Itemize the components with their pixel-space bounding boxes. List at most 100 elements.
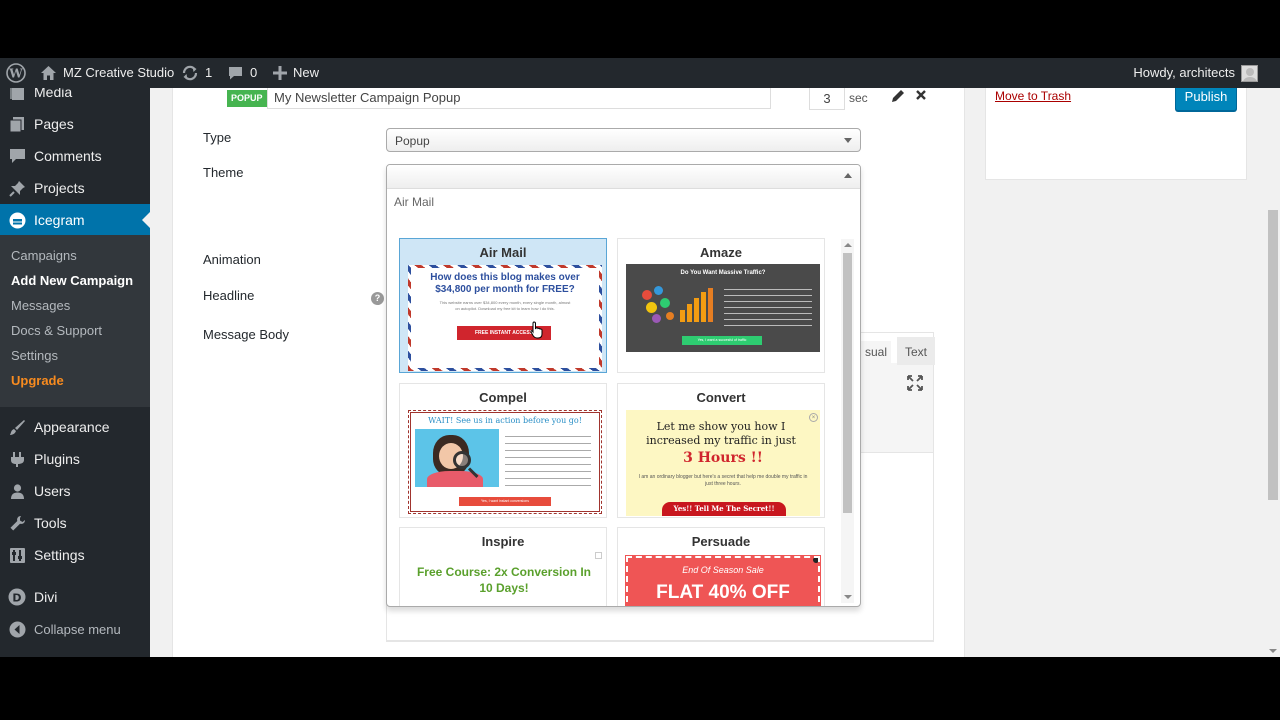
tab-text[interactable]: Text (897, 337, 935, 365)
message-body-label: Message Body (203, 327, 289, 342)
new-content-link[interactable]: New (273, 58, 319, 88)
air-mail-preview: How does this blog makes over $34,800 pe… (408, 265, 602, 371)
menu-item-comments[interactable]: Comments (0, 140, 150, 172)
menu-label-users: Users (34, 483, 71, 499)
pin-icon (8, 179, 26, 197)
page-scroll-down-icon[interactable] (1269, 649, 1277, 653)
brush-icon (8, 418, 26, 436)
theme-option-convert[interactable]: Convert × Let me show you how I increase… (617, 383, 825, 518)
settings-icon (8, 546, 26, 564)
theme-option-persuade[interactable]: Persuade End Of Season Sale FLAT 40% OFF (617, 527, 825, 606)
amaze-preview: Do You Want Massive Traffic? Yes, I want… (626, 264, 820, 352)
scroll-down-arrow-icon[interactable] (844, 595, 852, 599)
tab-visual[interactable]: sual (861, 341, 892, 365)
menu-item-settings[interactable]: Settings (0, 539, 150, 571)
edit-pencil-icon[interactable] (891, 89, 905, 106)
theme-option-compel[interactable]: Compel WAIT! See us in action before you… (399, 383, 607, 518)
persuade-preview: End Of Season Sale FLAT 40% OFF (625, 555, 821, 606)
menu-item-tools[interactable]: Tools (0, 507, 150, 539)
menu-label-projects: Projects (34, 180, 85, 196)
home-icon (41, 66, 56, 80)
submenu-settings[interactable]: Settings (11, 348, 58, 363)
menu-item-plugins[interactable]: Plugins (0, 443, 150, 475)
theme-name: Convert (696, 390, 746, 405)
theme-name: Amaze (700, 245, 742, 260)
updates-count: 1 (205, 65, 213, 80)
menu-item-appearance[interactable]: Appearance (0, 411, 150, 443)
amaze-headline: Do You Want Massive Traffic? (680, 270, 766, 276)
animation-label: Animation (203, 252, 261, 267)
updates-icon (182, 65, 198, 81)
menu-label-tools: Tools (34, 515, 67, 531)
chevron-up-icon (844, 173, 852, 178)
page-scrollbar-thumb[interactable] (1268, 210, 1278, 500)
theme-select-header[interactable] (387, 165, 860, 189)
theme-select-dropdown[interactable]: Air Mail Air Mail How does this blog mak… (386, 164, 861, 607)
compel-woman-magnifier-image (415, 429, 499, 487)
fullscreen-icon[interactable] (907, 375, 923, 394)
howdy-text: Howdy, architects (1133, 65, 1235, 80)
menu-item-divi[interactable]: D Divi (0, 581, 150, 613)
submenu-add-new-campaign[interactable]: Add New Campaign (11, 273, 133, 288)
comments-link[interactable]: 0 (227, 58, 257, 88)
inspire-close-icon (595, 552, 602, 559)
collapse-menu-button[interactable]: Collapse menu (0, 613, 150, 645)
menu-label-settings: Settings (34, 547, 85, 563)
persuade-headline: FLAT 40% OFF (656, 582, 790, 603)
amaze-cta: Yes, I want a succesful of traffic (682, 336, 762, 345)
my-account-link[interactable]: Howdy, architects (1133, 58, 1258, 88)
compel-headline: WAIT! See us in action before you go! (428, 416, 582, 425)
pages-icon (8, 115, 26, 133)
compel-preview: WAIT! See us in action before you go! Ye… (408, 410, 602, 514)
menu-item-pages[interactable]: Pages (0, 108, 150, 140)
inspire-headline: Free Course: 2x Conversion In 10 Days! (416, 565, 592, 595)
theme-search-value[interactable]: Air Mail (394, 195, 434, 209)
message-title-input[interactable] (267, 86, 771, 109)
collapse-menu-label: Collapse menu (34, 621, 121, 637)
menu-label-appearance: Appearance (34, 419, 110, 435)
submenu-campaigns[interactable]: Campaigns (11, 248, 77, 263)
theme-option-inspire[interactable]: Inspire Free Course: 2x Conversion In 10… (399, 527, 607, 606)
scroll-up-arrow-icon[interactable] (844, 243, 852, 247)
updates-link[interactable]: 1 (181, 58, 212, 88)
convert-highlight: 3 Hours !! (683, 450, 763, 466)
compel-checklist (505, 433, 591, 487)
type-label: Type (203, 130, 232, 145)
svg-text:D: D (12, 591, 21, 604)
headline-label: Headline (203, 288, 255, 303)
comments-icon (8, 147, 26, 165)
theme-name: Compel (479, 390, 527, 405)
delay-seconds-input[interactable] (809, 86, 845, 110)
message-editor-panel: POPUP sec Type Theme Animation Headline … (172, 86, 965, 657)
submenu-docs-support[interactable]: Docs & Support (11, 323, 102, 338)
publish-box: Move to Trash Publish (985, 83, 1247, 180)
move-to-trash-link[interactable]: Move to Trash (995, 89, 1071, 103)
admin-sidebar: Media Pages Comments Projects Icegram Ca… (0, 84, 150, 657)
headline-help-icon[interactable]: ? (371, 292, 384, 305)
close-message-icon[interactable] (915, 89, 927, 104)
theme-option-air-mail[interactable]: Air Mail How does this blog makes over $… (399, 238, 607, 373)
persuade-close-icon (813, 558, 818, 563)
scrollbar-thumb[interactable] (843, 253, 852, 513)
menu-label-pages: Pages (34, 116, 74, 132)
wrench-icon (8, 514, 26, 532)
theme-name: Inspire (481, 534, 525, 549)
site-name-link[interactable]: MZ Creative Studio (40, 58, 174, 88)
message-type-badge: POPUP (227, 90, 267, 107)
convert-preview: × Let me show you how I increased my tra… (626, 410, 820, 516)
dropdown-scrollbar[interactable] (841, 239, 854, 603)
submenu-upgrade[interactable]: Upgrade (11, 373, 64, 388)
page-scrollbar[interactable] (1266, 58, 1280, 657)
menu-label-plugins: Plugins (34, 451, 80, 467)
submenu-messages[interactable]: Messages (11, 298, 70, 313)
wordpress-logo-icon[interactable]: W (6, 58, 26, 88)
divi-icon: D (8, 588, 26, 606)
amaze-bubbles-graphic (640, 284, 718, 328)
menu-item-projects[interactable]: Projects (0, 172, 150, 204)
menu-item-icegram[interactable]: Icegram (0, 204, 150, 236)
type-select[interactable]: Popup (386, 128, 861, 152)
type-select-value: Popup (395, 134, 430, 148)
theme-option-amaze[interactable]: Amaze Do You Want Massive Traffic? Yes, … (617, 238, 825, 373)
convert-close-icon: × (809, 413, 818, 422)
menu-item-users[interactable]: Users (0, 475, 150, 507)
